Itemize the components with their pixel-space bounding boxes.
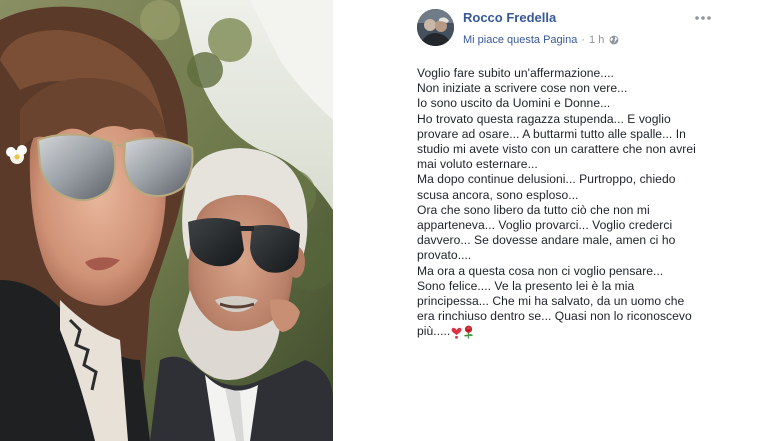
meta-separator: ·: [581, 34, 586, 46]
post-line: Sono felice.... Ve la presento lei è la …: [417, 278, 635, 293]
post-line: era rinchiuso dentro se... Quasi non lo …: [417, 309, 692, 324]
rose-icon: [464, 325, 474, 339]
like-page-link[interactable]: Mi piace questa Pagina: [463, 34, 577, 46]
post-last-line: più.....: [417, 324, 757, 339]
post-meta: Mi piace questa Pagina · 1 h: [463, 33, 619, 47]
heart-exclamation-icon: [451, 327, 462, 339]
post-line: principessa... Che mi ha salvato, da un …: [417, 294, 685, 309]
facebook-post-screenshot: Rocco Fredella Mi piace questa Pagina · …: [0, 0, 781, 441]
couple-selfie-image: [0, 0, 333, 441]
post-last-text: più.....: [417, 324, 451, 339]
more-options-icon[interactable]: [694, 13, 712, 23]
post-photo[interactable]: [0, 0, 333, 441]
post-timestamp[interactable]: 1 h: [589, 34, 604, 46]
author-name[interactable]: Rocco Fredella: [463, 10, 556, 25]
post-line: Ora che sono libero da tutto ciò che non…: [417, 202, 650, 217]
post-line: Ma dopo continue delusioni... Purtroppo,…: [417, 172, 676, 187]
post-line: scusa ancora, sono esploso...: [417, 187, 579, 202]
post-line: davvero... Se dovesse andare male, amen …: [417, 233, 676, 248]
post-line: Ma ora a questa cosa non ci voglio pensa…: [417, 263, 664, 278]
post-line: Non iniziate a scrivere cose non vere...: [417, 81, 628, 96]
post-line: provato....: [417, 248, 472, 263]
post-line: studio mi avete visto con un carattere c…: [417, 142, 696, 157]
post-line: Voglio fare subito un'affermazione....: [417, 66, 614, 80]
author-avatar[interactable]: [417, 9, 454, 46]
emoji-row: [451, 325, 475, 339]
post-line: apparteneva... Voglio provarci... Voglio…: [417, 218, 673, 233]
post-line: provare ad osare... A buttarmi tutto all…: [417, 126, 686, 141]
post-line: mai voluto esternare...: [417, 157, 538, 172]
globe-icon[interactable]: [609, 35, 619, 45]
post-message: Voglio fare subito un'affermazione.... N…: [417, 66, 757, 340]
avatar-image: [417, 9, 454, 46]
post-line: Io sono uscito da Uomini e Donne...: [417, 96, 611, 111]
post-line: Ho trovato questa ragazza stupenda... E …: [417, 111, 671, 126]
